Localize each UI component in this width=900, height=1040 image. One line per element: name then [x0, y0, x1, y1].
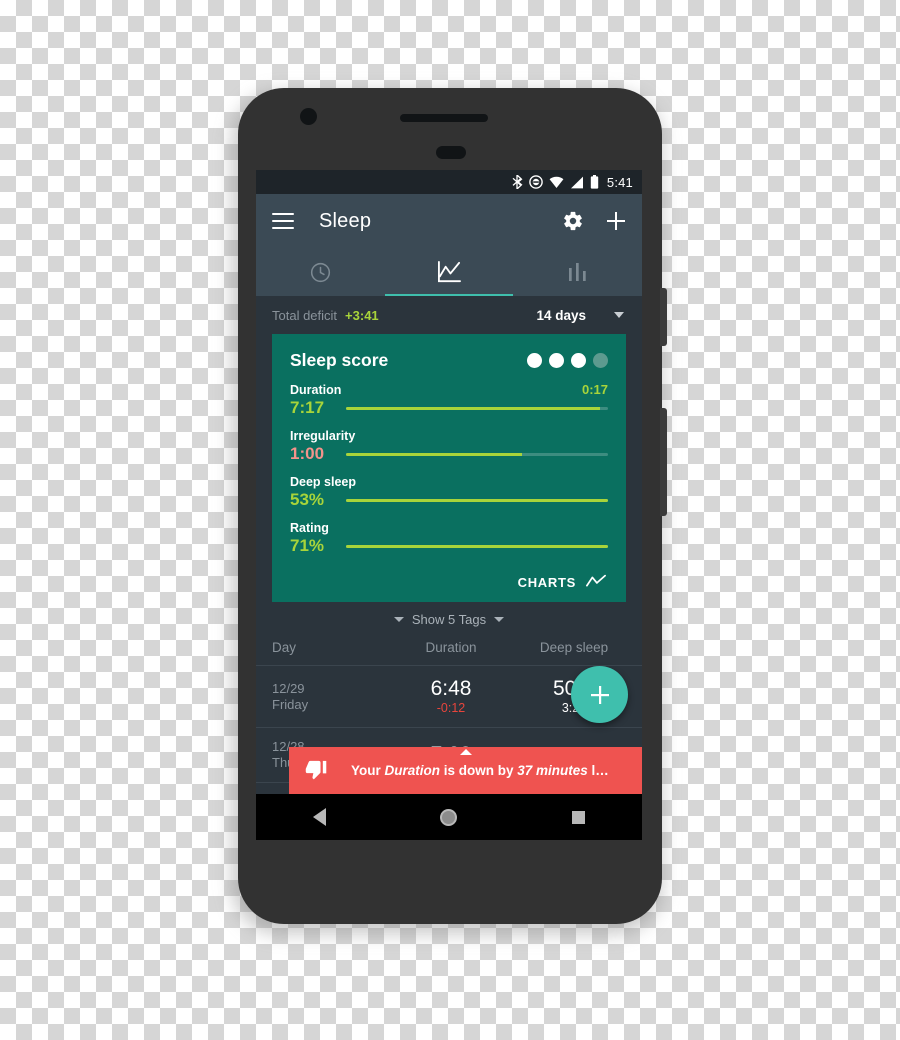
snackbar-message: Your Duration is down by 37 minutes l… — [351, 763, 609, 778]
table-header: Day Duration Deep sleep — [256, 636, 642, 666]
tab-clock[interactable] — [256, 248, 385, 296]
sleep-score-title: Sleep score — [290, 350, 389, 370]
phone-screen: 5:41 Sleep Total deficit +3:41 14 days S… — [256, 170, 642, 840]
plus-icon — [607, 212, 625, 230]
snackbar-alert[interactable]: Your Duration is down by 37 minutes l… — [289, 747, 642, 794]
row-duration-cell: 6:48 -0:12 — [380, 677, 522, 716]
status-bar: 5:41 — [256, 170, 642, 194]
phone-device-frame: 5:41 Sleep Total deficit +3:41 14 days S… — [238, 88, 667, 924]
page-title: Sleep — [319, 209, 372, 232]
battery-icon — [590, 175, 599, 189]
metric-value: 1:00 — [290, 444, 325, 463]
tab-trends[interactable] — [384, 248, 514, 296]
caret-down-icon — [494, 616, 505, 622]
hamburger-menu-icon[interactable] — [272, 212, 294, 230]
sleep-score-header: Sleep score — [290, 350, 608, 371]
android-navigation-bar — [256, 794, 642, 840]
metric-progress-fill — [346, 406, 601, 410]
tab-stats[interactable] — [513, 248, 642, 296]
metric-value: 53% — [290, 490, 325, 509]
back-triangle-icon[interactable] — [313, 808, 327, 826]
score-dots — [527, 353, 608, 368]
score-dot-filled — [571, 353, 586, 368]
cellular-signal-icon — [570, 176, 583, 188]
metric-progress-track — [346, 406, 608, 410]
add-record-fab[interactable] — [571, 666, 628, 723]
metric-progress-fill — [346, 498, 608, 502]
gear-icon — [564, 211, 582, 231]
metric-rating: Rating 71% — [290, 521, 608, 556]
row-day-cell: 12/29 Friday — [272, 681, 380, 713]
metric-progress-fill — [346, 452, 522, 456]
score-dot-filled — [549, 353, 564, 368]
metric-label: Irregularity — [290, 429, 356, 443]
earpiece-speaker — [400, 114, 488, 122]
bluetooth-icon — [512, 175, 523, 189]
caret-up-icon — [459, 749, 472, 755]
row-duration: 6:48 — [430, 677, 472, 700]
column-header-day: Day — [272, 640, 297, 655]
bar-chart-icon — [568, 263, 586, 281]
metric-label: Deep sleep — [290, 475, 357, 489]
metric-value: 7:17 — [290, 398, 325, 417]
metric-label: Rating — [290, 521, 329, 535]
sleep-score-card: Sleep score Duration 0:17 7:17 Irregular… — [272, 334, 626, 602]
caret-down-icon — [393, 616, 404, 622]
card-area: Sleep score Duration 0:17 7:17 Irregular… — [256, 334, 642, 602]
tab-bar — [256, 248, 642, 296]
metric-value: 71% — [290, 536, 325, 555]
status-bar-clock: 5:41 — [606, 174, 633, 190]
metric-irregularity: Irregularity 1:00 — [290, 429, 608, 464]
front-camera — [300, 108, 317, 125]
range-selector-value: 14 days — [536, 307, 586, 323]
row-duration-delta: -0:12 — [436, 701, 466, 715]
app-bar: Sleep — [256, 194, 642, 248]
range-selector[interactable]: 14 days — [536, 308, 626, 323]
volume-button[interactable] — [660, 408, 667, 516]
score-dot-filled — [527, 353, 542, 368]
home-circle-icon[interactable] — [440, 808, 458, 826]
wifi-icon — [549, 176, 564, 188]
metric-duration: Duration 0:17 7:17 — [290, 382, 608, 418]
show-tags-label: Show 5 Tags — [411, 611, 487, 627]
proximity-sensor — [436, 146, 466, 159]
metric-progress-fill — [346, 544, 608, 548]
column-header-duration: Duration — [425, 640, 477, 655]
total-deficit-value: +3:41 — [345, 307, 379, 323]
row-date: 12/29 — [272, 680, 305, 696]
line-chart-icon — [586, 574, 606, 587]
score-dot-empty — [593, 353, 608, 368]
metric-progress-track — [346, 544, 608, 548]
line-chart-icon — [437, 260, 461, 282]
power-button[interactable] — [660, 288, 667, 346]
charts-button-label: CHARTS — [517, 574, 576, 590]
total-deficit-label: Total deficit — [272, 307, 338, 323]
add-button[interactable] — [606, 211, 626, 231]
show-tags-row[interactable]: Show 5 Tags — [256, 602, 642, 636]
column-header-deep-sleep: Deep sleep — [539, 640, 609, 655]
row-weekday: Friday — [272, 696, 309, 712]
metric-delta: 0:17 — [581, 382, 608, 397]
chevron-down-icon — [614, 312, 624, 318]
charts-button[interactable]: CHARTS — [290, 574, 608, 590]
metric-progress-track — [346, 452, 608, 456]
thumbs-down-icon — [305, 760, 327, 780]
clock-icon — [310, 262, 330, 282]
tab-active-indicator — [384, 293, 514, 296]
settings-button[interactable] — [562, 210, 584, 232]
recents-square-icon[interactable] — [571, 810, 585, 824]
metric-label: Duration — [290, 383, 342, 397]
plus-icon — [590, 685, 609, 704]
metric-progress-track — [346, 498, 608, 502]
do-not-disturb-icon — [529, 175, 543, 189]
metric-deep-sleep: Deep sleep 53% — [290, 475, 608, 510]
total-deficit-strip: Total deficit +3:41 14 days — [256, 296, 642, 334]
